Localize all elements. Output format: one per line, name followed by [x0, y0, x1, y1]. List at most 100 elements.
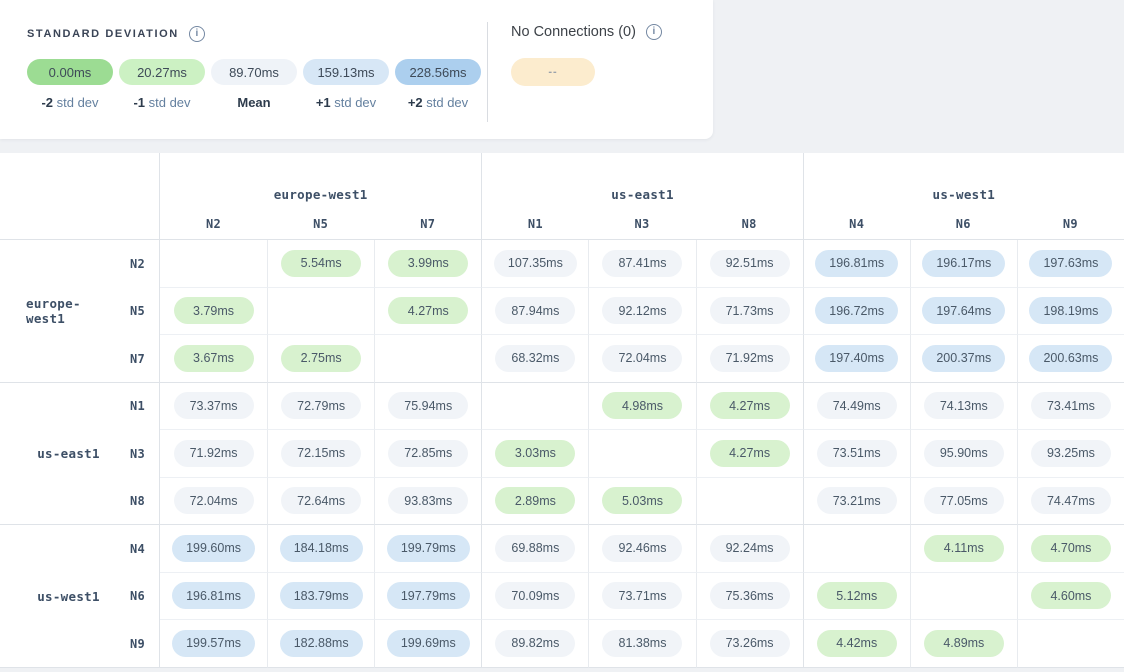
latency-value-pill[interactable]: 71.92ms [710, 345, 790, 372]
latency-cell[interactable]: 199.60ms [160, 525, 267, 573]
latency-value-pill[interactable]: 77.05ms [924, 487, 1004, 514]
latency-cell[interactable]: 3.67ms [160, 335, 267, 383]
latency-value-pill[interactable]: 87.41ms [602, 250, 682, 277]
latency-cell[interactable] [374, 335, 481, 383]
latency-value-pill[interactable]: 92.51ms [710, 250, 790, 277]
latency-value-pill[interactable]: 72.79ms [281, 392, 361, 419]
latency-value-pill[interactable]: 70.09ms [495, 582, 575, 609]
latency-cell[interactable]: 89.82ms [481, 620, 588, 668]
latency-cell[interactable]: 72.79ms [267, 383, 374, 431]
latency-value-pill[interactable]: 74.47ms [1031, 487, 1111, 514]
row-node-label[interactable]: N9 [111, 620, 145, 668]
latency-value-pill[interactable]: 92.12ms [602, 297, 682, 324]
latency-cell[interactable]: 182.88ms [267, 620, 374, 668]
latency-value-pill[interactable]: 197.40ms [815, 345, 898, 372]
latency-value-pill[interactable]: 198.19ms [1029, 297, 1112, 324]
latency-cell[interactable]: 4.60ms [1017, 573, 1124, 621]
latency-value-pill[interactable]: 5.03ms [602, 487, 682, 514]
latency-cell[interactable]: 71.92ms [696, 335, 803, 383]
latency-cell[interactable]: 196.81ms [803, 240, 910, 288]
latency-value-pill[interactable]: 73.37ms [174, 392, 254, 419]
latency-cell[interactable]: 73.37ms [160, 383, 267, 431]
latency-value-pill[interactable]: 75.36ms [710, 582, 790, 609]
latency-cell[interactable]: 4.70ms [1017, 525, 1124, 573]
row-node-label[interactable]: N4 [111, 525, 145, 573]
row-node-label[interactable]: N1 [111, 383, 145, 431]
column-node-header[interactable]: N1 [481, 209, 588, 240]
column-node-header[interactable]: N3 [588, 209, 695, 240]
latency-cell[interactable]: 92.12ms [588, 288, 695, 336]
latency-cell[interactable]: 72.85ms [374, 430, 481, 478]
latency-value-pill[interactable]: 4.27ms [710, 392, 790, 419]
latency-value-pill[interactable]: 3.67ms [174, 345, 254, 372]
latency-value-pill[interactable]: 4.89ms [924, 630, 1004, 657]
latency-value-pill[interactable]: 72.04ms [174, 487, 254, 514]
latency-value-pill[interactable]: 93.83ms [388, 487, 468, 514]
latency-cell[interactable] [160, 240, 267, 288]
info-icon[interactable]: i [189, 26, 205, 42]
column-node-header[interactable]: N7 [374, 209, 481, 240]
latency-cell[interactable]: 69.88ms [481, 525, 588, 573]
latency-value-pill[interactable]: 3.99ms [388, 250, 468, 277]
latency-cell[interactable]: 196.81ms [160, 573, 267, 621]
latency-cell[interactable]: 77.05ms [910, 478, 1017, 526]
latency-cell[interactable]: 92.51ms [696, 240, 803, 288]
latency-cell[interactable]: 75.94ms [374, 383, 481, 431]
latency-cell[interactable]: 3.99ms [374, 240, 481, 288]
latency-cell[interactable]: 72.15ms [267, 430, 374, 478]
column-node-header[interactable]: N6 [910, 209, 1017, 240]
latency-cell[interactable]: 196.72ms [803, 288, 910, 336]
latency-cell[interactable]: 4.42ms [803, 620, 910, 668]
latency-value-pill[interactable]: 5.12ms [817, 582, 897, 609]
row-node-label[interactable]: N7 [111, 335, 145, 383]
latency-cell[interactable]: 74.47ms [1017, 478, 1124, 526]
latency-cell[interactable]: 107.35ms [481, 240, 588, 288]
latency-cell[interactable]: 4.98ms [588, 383, 695, 431]
latency-value-pill[interactable]: 4.42ms [817, 630, 897, 657]
latency-value-pill[interactable]: 4.11ms [924, 535, 1004, 562]
latency-value-pill[interactable]: 93.25ms [1031, 440, 1111, 467]
row-node-label[interactable]: N6 [111, 573, 145, 621]
latency-cell[interactable]: 183.79ms [267, 573, 374, 621]
latency-value-pill[interactable]: 200.37ms [922, 345, 1005, 372]
latency-value-pill[interactable]: 197.64ms [922, 297, 1005, 324]
latency-value-pill[interactable]: 73.71ms [602, 582, 682, 609]
latency-value-pill[interactable]: 92.46ms [602, 535, 682, 562]
latency-value-pill[interactable]: 197.79ms [387, 582, 470, 609]
latency-cell[interactable]: 74.13ms [910, 383, 1017, 431]
latency-value-pill[interactable]: 72.64ms [281, 487, 361, 514]
latency-cell[interactable]: 197.79ms [374, 573, 481, 621]
latency-value-pill[interactable]: 107.35ms [494, 250, 577, 277]
latency-value-pill[interactable]: 73.26ms [710, 630, 790, 657]
latency-value-pill[interactable]: 74.13ms [924, 392, 1004, 419]
latency-cell[interactable]: 200.63ms [1017, 335, 1124, 383]
latency-cell[interactable]: 68.32ms [481, 335, 588, 383]
latency-cell[interactable]: 74.49ms [803, 383, 910, 431]
latency-value-pill[interactable]: 71.92ms [174, 440, 254, 467]
latency-value-pill[interactable]: 2.75ms [281, 345, 361, 372]
latency-value-pill[interactable]: 199.60ms [172, 535, 255, 562]
latency-cell[interactable]: 70.09ms [481, 573, 588, 621]
latency-cell[interactable]: 3.03ms [481, 430, 588, 478]
latency-cell[interactable]: 2.89ms [481, 478, 588, 526]
latency-value-pill[interactable]: 199.79ms [387, 535, 470, 562]
latency-value-pill[interactable]: 74.49ms [817, 392, 897, 419]
column-node-header[interactable]: N8 [696, 209, 803, 240]
column-node-header[interactable]: N4 [803, 209, 910, 240]
latency-cell[interactable]: 72.04ms [160, 478, 267, 526]
latency-cell[interactable]: 92.46ms [588, 525, 695, 573]
latency-cell[interactable]: 4.27ms [696, 430, 803, 478]
latency-cell[interactable]: 81.38ms [588, 620, 695, 668]
row-node-label[interactable]: N3 [111, 430, 145, 478]
latency-value-pill[interactable]: 2.89ms [495, 487, 575, 514]
latency-value-pill[interactable]: 95.90ms [924, 440, 1004, 467]
latency-value-pill[interactable]: 199.69ms [387, 630, 470, 657]
latency-cell[interactable]: 73.26ms [696, 620, 803, 668]
latency-value-pill[interactable]: 183.79ms [280, 582, 363, 609]
latency-value-pill[interactable]: 72.85ms [388, 440, 468, 467]
latency-value-pill[interactable]: 69.88ms [495, 535, 575, 562]
latency-cell[interactable] [1017, 620, 1124, 668]
latency-cell[interactable]: 87.94ms [481, 288, 588, 336]
latency-cell[interactable]: 3.79ms [160, 288, 267, 336]
latency-value-pill[interactable]: 4.27ms [710, 440, 790, 467]
